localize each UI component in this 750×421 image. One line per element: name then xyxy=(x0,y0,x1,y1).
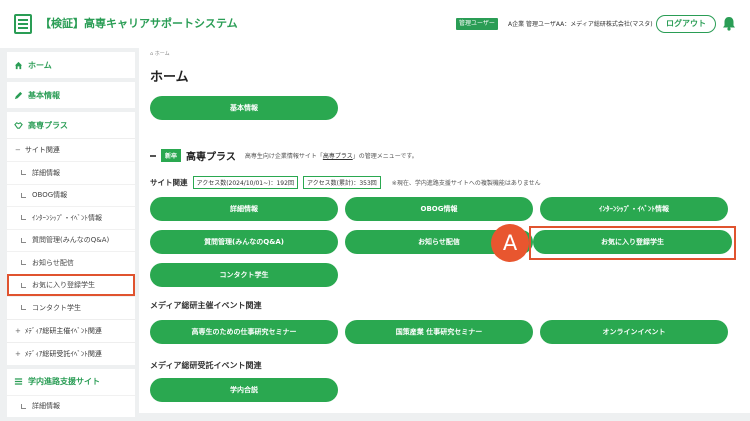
duplicate-note: ※現在、学内進路支援サイトへの複製機能はありません xyxy=(391,180,541,187)
sub-indent-icon xyxy=(21,237,26,243)
internship-button[interactable]: ｲﾝﾀｰﾝｼｯﾌﾟ・ｲﾍﾞﾝﾄ情報 xyxy=(540,197,728,221)
pencil-icon xyxy=(14,91,23,99)
sidebar-item-campus-details[interactable]: 詳細情報 xyxy=(7,394,135,418)
sub-indent-icon xyxy=(21,305,26,311)
sidebar-item-label: 基本情報 xyxy=(28,90,60,100)
admin-user-badge: 管理ユーザー xyxy=(456,18,498,30)
sidebar-item-label: ホーム xyxy=(28,60,52,70)
page-title: ホーム xyxy=(150,70,189,85)
sidebar-item-kosen-plus[interactable]: 高専プラス xyxy=(7,112,135,138)
sidebar-item-label: 詳細情報 xyxy=(32,168,60,177)
sidebar-item-label: 学内進路支援サイト xyxy=(28,377,100,386)
basic-info-button[interactable]: 基本情報 xyxy=(150,96,338,120)
home-icon xyxy=(14,61,23,69)
minus-icon: − xyxy=(15,146,21,154)
highlight-frame xyxy=(529,226,736,260)
sidebar-item-qa[interactable]: 質問管理(みんなのQ&A) xyxy=(7,228,135,252)
section-header: 新卒 高専プラス 高専生向け企業情報サイト「高専プラス」の管理メニューです。 xyxy=(150,148,418,163)
kosen-plus-link[interactable]: 高専プラス xyxy=(323,153,353,160)
campus-fair-button[interactable]: 学内合説 xyxy=(150,378,338,402)
bell-icon[interactable] xyxy=(722,16,736,31)
sidebar-group-event2[interactable]: + ﾒﾃﾞｨｱ総研受託ｲﾍﾞﾝﾄ関連 xyxy=(7,341,135,365)
site-stats-row: サイト関連 アクセス数(2024/10/01~)：192回 アクセス数(累計)：… xyxy=(150,176,541,189)
annotation-marker: A xyxy=(491,224,529,262)
sub-indent-icon xyxy=(21,282,26,288)
app-title[interactable]: 【検証】高専キャリアサポートシステム xyxy=(40,15,238,31)
sidebar-item-label: 詳細情報 xyxy=(32,402,60,411)
sidebar-item-label: お気に入り登録学生 xyxy=(32,281,95,290)
sidebar-item-home[interactable]: ホーム xyxy=(7,52,135,78)
sidebar-group-site[interactable]: − サイト関連 xyxy=(7,138,135,161)
sub-indent-icon xyxy=(21,170,26,176)
plus-icon: + xyxy=(15,326,21,335)
sidebar-item-label: ｲﾝﾀｰﾝｼｯﾌﾟ・ｲﾍﾞﾝﾄ情報 xyxy=(32,213,102,222)
qa-button[interactable]: 質問管理(みんなのQ&A) xyxy=(150,230,338,254)
breadcrumb-label: ホーム xyxy=(154,51,170,57)
event1-title: メディア総研主催イベント関連 xyxy=(150,301,262,310)
new-grad-tag: 新卒 xyxy=(161,149,182,162)
desc-text: 」の管理メニューです。 xyxy=(352,153,418,160)
sidebar-item-notice[interactable]: お知らせ配信 xyxy=(7,251,135,274)
sidebar-item-label: お知らせ配信 xyxy=(32,258,74,267)
sidebar-item-basic[interactable]: 基本情報 xyxy=(7,82,135,108)
sidebar-item-contact-students[interactable]: コンタクト学生 xyxy=(7,296,135,319)
desc-text: 高専生向け企業情報サイト「 xyxy=(244,153,323,160)
event2-title: メディア総研受託イベント関連 xyxy=(150,361,262,370)
sidebar-item-favorite-students[interactable]: お気に入り登録学生 xyxy=(7,273,135,296)
home-icon: ⌂ xyxy=(150,51,154,57)
national-seminar-button[interactable]: 国策産業 仕事研究セミナー xyxy=(345,320,533,344)
sidebar-item-label: コンタクト学生 xyxy=(32,303,81,312)
user-info: A企業 管理ユーザAA：メディア総研株式会社(マスタ) xyxy=(508,21,653,28)
sidebar-group-event1[interactable]: + ﾒﾃﾞｨｱ総研主催ｲﾍﾞﾝﾄ関連 xyxy=(7,318,135,342)
sidebar-item-details[interactable]: 詳細情報 xyxy=(7,161,135,184)
access-count-total: アクセス数(累計)：353回 xyxy=(302,176,381,189)
sidebar-item-internship[interactable]: ｲﾝﾀｰﾝｼｯﾌﾟ・ｲﾍﾞﾝﾄ情報 xyxy=(7,206,135,229)
online-event-button[interactable]: オンラインイベント xyxy=(540,320,728,344)
sidebar-item-label: ﾒﾃﾞｨｱ総研主催ｲﾍﾞﾝﾄ関連 xyxy=(24,326,102,335)
sidebar-item-obog[interactable]: OBOG情報 xyxy=(7,183,135,207)
list-icon xyxy=(14,378,23,385)
obog-button[interactable]: OBOG情報 xyxy=(345,197,533,221)
sidebar: ホーム 基本情報 高専プラス − サイト関連 詳細情報 OBOG情報 ｲﾝﾀｰﾝ… xyxy=(7,52,135,421)
sidebar-item-label: ﾒﾃﾞｨｱ総研受託ｲﾍﾞﾝﾄ関連 xyxy=(24,349,102,358)
dash-icon xyxy=(150,154,156,157)
sidebar-item-label: 質問管理(みんなのQ&A) xyxy=(32,236,110,245)
sub-indent-icon xyxy=(21,260,26,266)
access-count-period: アクセス数(2024/10/01~)：192回 xyxy=(192,176,298,189)
details-button[interactable]: 詳細情報 xyxy=(150,197,338,221)
section-description: 高専生向け企業情報サイト「高専プラス」の管理メニューです。 xyxy=(245,151,418,160)
sidebar-item-label: OBOG情報 xyxy=(32,191,68,200)
sidebar-item-label: サイト関連 xyxy=(24,146,60,154)
seminar-button[interactable]: 高専生のための仕事研究セミナー xyxy=(150,320,338,344)
handshake-icon xyxy=(14,121,23,129)
sub-indent-icon xyxy=(21,215,26,221)
sub-indent-icon xyxy=(21,403,26,409)
sidebar-item-label: 高専プラス xyxy=(28,120,68,130)
breadcrumb[interactable]: ⌂ ホーム xyxy=(150,50,170,57)
main-content: ⌂ ホーム ホーム 基本情報 新卒 高専プラス 高専生向け企業情報サイト「高専プ… xyxy=(139,42,750,413)
sidebar-item-campus[interactable]: 学内進路支援サイト xyxy=(7,369,135,395)
sub-indent-icon xyxy=(21,192,26,198)
contact-students-button[interactable]: コンタクト学生 xyxy=(150,263,338,287)
building-logo-icon[interactable] xyxy=(14,14,32,34)
logout-button[interactable]: ログアウト xyxy=(656,15,716,33)
site-label: サイト関連 xyxy=(150,178,188,187)
section-title: 高専プラス xyxy=(186,152,236,163)
top-header: 【検証】高専キャリアサポートシステム 管理ユーザー A企業 管理ユーザAA：メデ… xyxy=(0,0,750,48)
plus-icon: + xyxy=(15,349,21,358)
